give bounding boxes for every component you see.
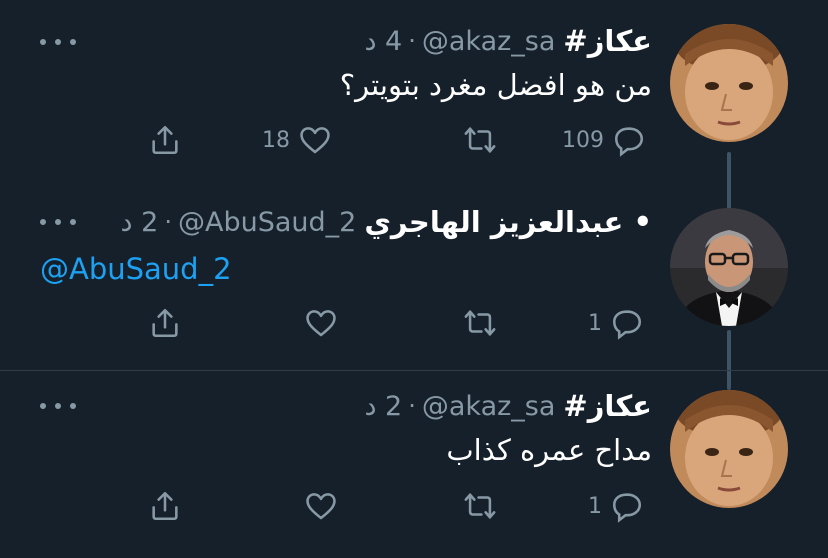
like-count: 18 <box>262 127 290 153</box>
like-icon <box>306 493 336 520</box>
share-icon <box>152 308 178 338</box>
separator-dot: · <box>408 27 416 55</box>
reply-button[interactable]: 1 <box>588 303 644 343</box>
reply-count: 109 <box>562 127 604 153</box>
more-icon[interactable] <box>40 212 76 232</box>
reply-icon <box>614 127 644 157</box>
retweet-button[interactable] <box>463 486 497 526</box>
timestamp[interactable]: 4 د <box>364 26 402 57</box>
reply-button[interactable]: 1 <box>588 486 644 526</box>
retweet-icon <box>464 127 496 153</box>
action-bar: 1 <box>0 486 828 526</box>
share-icon <box>152 125 178 155</box>
reply-count: 1 <box>588 493 602 519</box>
display-name[interactable]: #عكاز <box>563 389 652 423</box>
more-icon[interactable] <box>40 32 76 52</box>
separator-dot: · <box>408 392 416 420</box>
retweet-icon <box>464 493 496 519</box>
handle[interactable]: @akaz_sa <box>422 26 556 57</box>
separator-dot: · <box>164 208 172 236</box>
like-button[interactable] <box>304 486 338 526</box>
like-icon <box>306 310 336 337</box>
thread-line <box>727 152 731 212</box>
display-name[interactable]: عبدالعزيز الهاجري • <box>364 205 652 239</box>
timestamp[interactable]: 2 د <box>364 391 402 422</box>
tweet-header: #عكاز @akaz_sa · 4 د <box>364 22 652 60</box>
share-button[interactable] <box>148 303 182 343</box>
share-button[interactable] <box>148 120 182 160</box>
like-icon <box>300 127 330 154</box>
handle[interactable]: @AbuSaud_2 <box>178 207 356 238</box>
tweet-text: مداح عمره كذاب <box>446 433 652 467</box>
tweet-header: #عكاز @akaz_sa · 2 د <box>364 387 652 425</box>
reply-icon <box>612 493 642 523</box>
more-icon[interactable] <box>40 396 76 416</box>
share-icon <box>152 491 178 521</box>
like-button[interactable] <box>304 303 338 343</box>
tweet-text: من هو افضل مغرد بتويتر؟ <box>339 68 652 102</box>
mention-link[interactable]: @AbuSaud_2 <box>40 252 232 286</box>
retweet-button[interactable] <box>463 120 497 160</box>
retweet-button[interactable] <box>463 303 497 343</box>
reply-count: 1 <box>588 310 602 336</box>
like-button[interactable]: 18 <box>262 120 332 160</box>
timestamp[interactable]: 2 د <box>121 207 159 238</box>
action-bar: 109 18 <box>0 120 828 160</box>
tweet-header: عبدالعزيز الهاجري • @AbuSaud_2 · 2 د <box>121 203 652 241</box>
retweet-icon <box>464 310 496 336</box>
action-bar: 1 <box>0 303 828 343</box>
share-button[interactable] <box>148 486 182 526</box>
handle[interactable]: @akaz_sa <box>422 391 556 422</box>
reply-button[interactable]: 109 <box>562 120 646 160</box>
reply-icon <box>612 310 642 340</box>
divider <box>0 370 828 371</box>
display-name[interactable]: #عكاز <box>563 24 652 58</box>
